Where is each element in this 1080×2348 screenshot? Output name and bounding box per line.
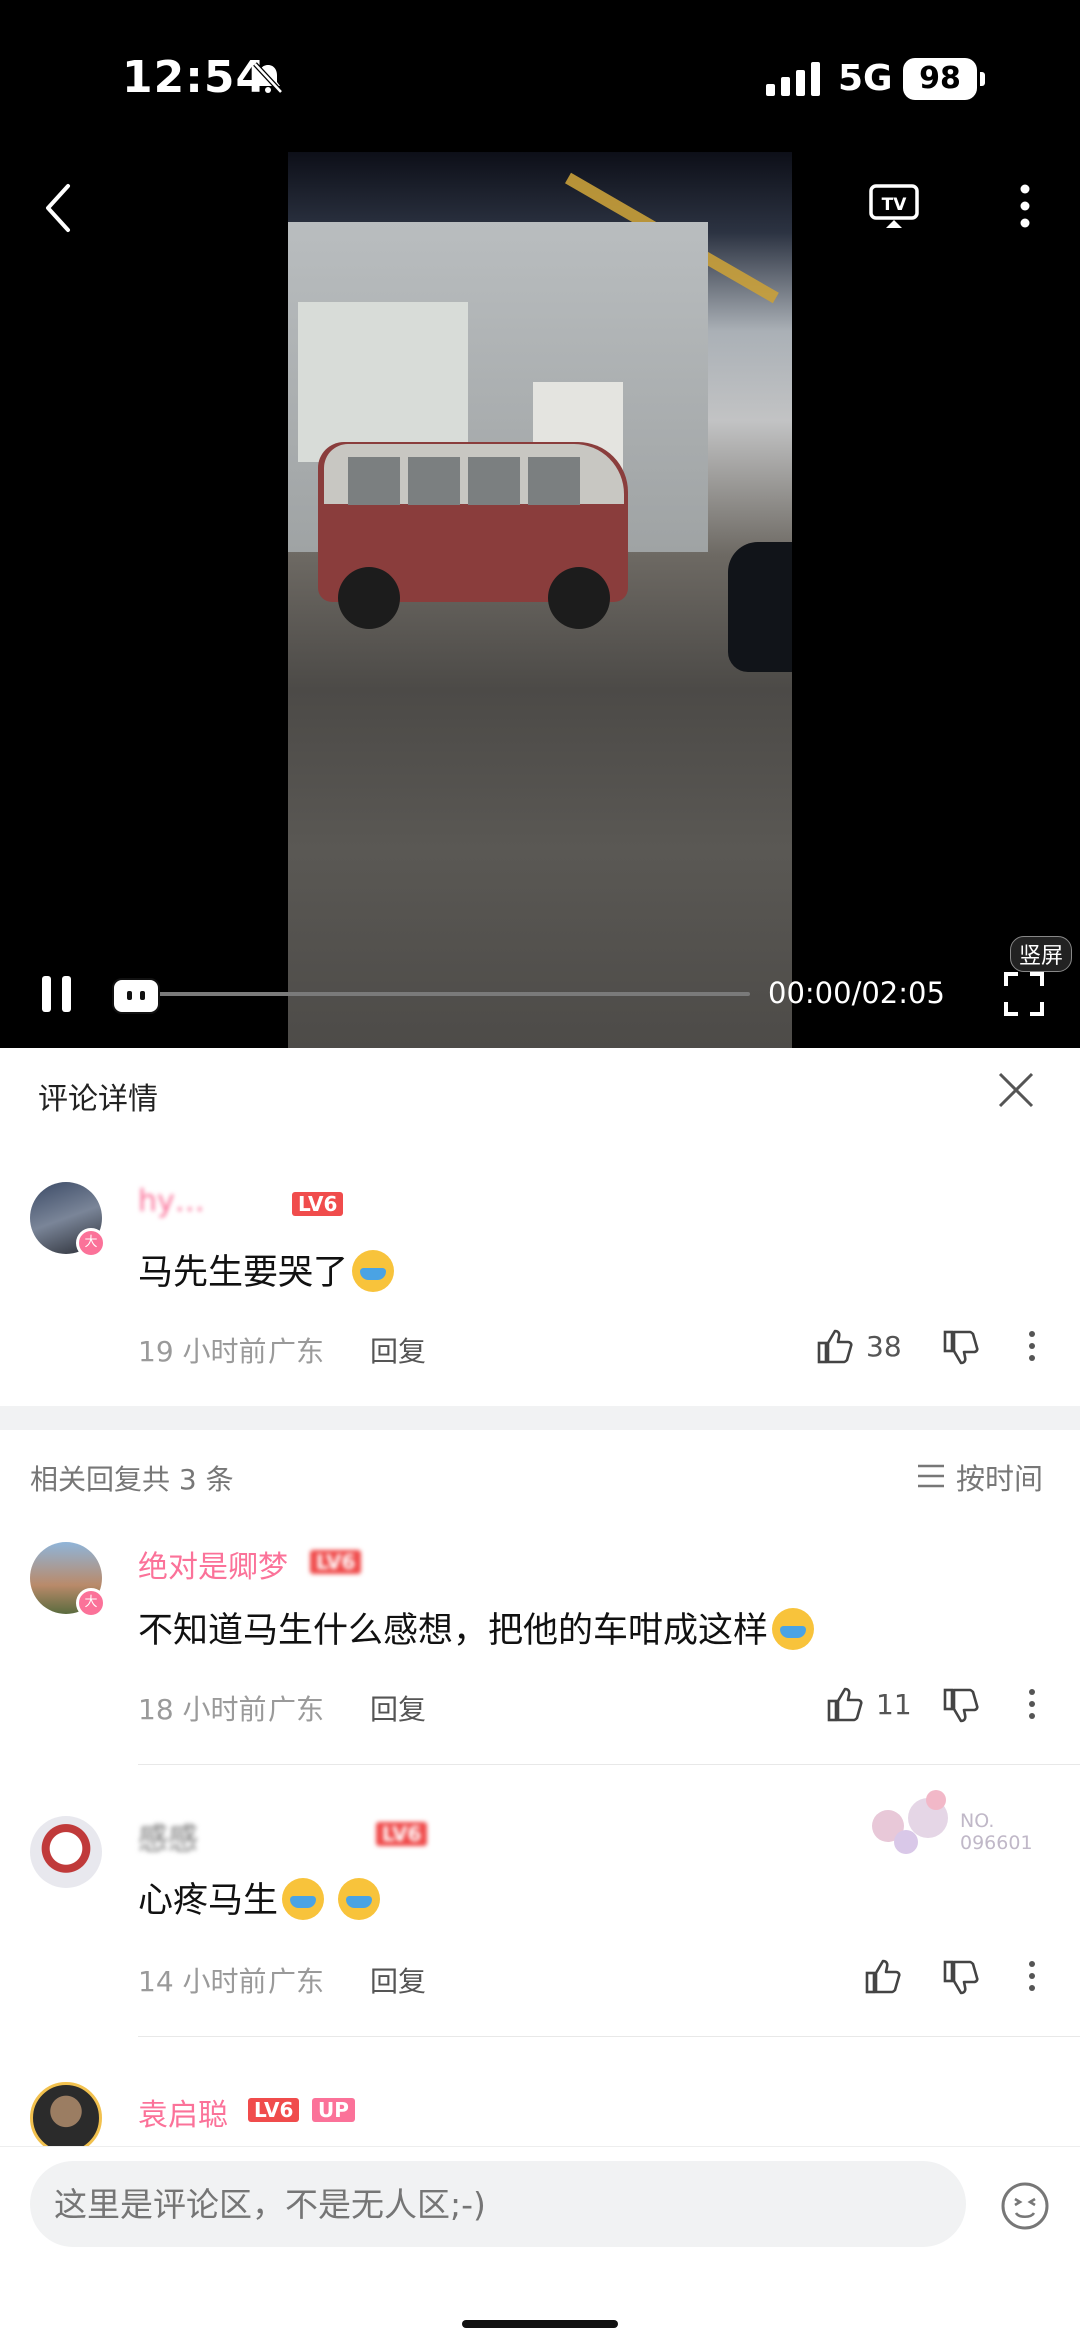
crying-emoji-icon — [282, 1878, 325, 1920]
comment-time: 14 小时前 — [138, 1965, 267, 1998]
username[interactable]: hy… — [138, 1184, 205, 1219]
related-replies-count: 相关回复共 3 条 — [30, 1463, 234, 1496]
section-divider — [0, 1406, 1080, 1430]
thumbs-down-icon[interactable] — [942, 1328, 982, 1368]
sort-list-icon[interactable] — [916, 1462, 946, 1490]
thumbs-up-icon[interactable] — [816, 1326, 856, 1366]
avatar[interactable] — [30, 2082, 102, 2154]
sheet-title: 评论详情 — [38, 1082, 158, 1117]
divider — [138, 2036, 1080, 2037]
level-badge: LV6 — [310, 1550, 362, 1574]
comment-text: 不知道马生什么感想，把他的车咁成这样 — [138, 1602, 815, 1653]
level-badge: LV6 — [376, 1822, 428, 1846]
more-vertical-icon[interactable] — [1012, 1684, 1052, 1724]
signal-icon — [766, 62, 820, 96]
divider — [138, 1764, 1080, 1765]
thumbs-up-icon[interactable] — [826, 1684, 866, 1724]
video-player[interactable]: 12:54 5G 98 听 TV — [0, 0, 1080, 1048]
comment-text: 马先生要哭了 — [138, 1244, 395, 1295]
like-count: 11 — [876, 1688, 912, 1721]
comment-time: 19 小时前 — [138, 1335, 267, 1368]
status-bar: 12:54 5G 98 — [0, 0, 1080, 150]
tv-cast-icon[interactable]: TV — [866, 178, 922, 234]
username[interactable]: 袁启聪 — [138, 2090, 228, 2134]
thumbs-down-icon[interactable] — [942, 1958, 982, 1998]
network-type: 5G — [838, 58, 893, 99]
progress-track[interactable] — [120, 992, 750, 996]
reply-button[interactable]: 回复 — [370, 1330, 426, 1370]
up-badge: UP — [312, 2098, 355, 2122]
battery-indicator: 98 — [903, 58, 985, 100]
level-badge: LV6 — [292, 1192, 344, 1216]
username[interactable]: 感感 — [138, 1814, 198, 1858]
avatar[interactable] — [30, 1816, 102, 1888]
video-time: 00:00/02:05 — [768, 976, 945, 1010]
back-arrow-icon[interactable] — [40, 180, 76, 236]
vertical-mode-badge[interactable]: 竖屏 — [1010, 936, 1073, 972]
avatar-badge: 大 — [76, 1228, 106, 1258]
comment-input[interactable] — [30, 2161, 966, 2247]
progress-thumb[interactable] — [112, 978, 160, 1014]
thumbs-down-icon[interactable] — [942, 1686, 982, 1726]
close-icon[interactable] — [996, 1070, 1036, 1110]
comment-location: 广东 — [268, 1335, 325, 1368]
more-vertical-icon[interactable] — [1012, 1326, 1052, 1366]
comment-input-bar — [0, 2146, 1080, 2348]
reply-button[interactable]: 回复 — [370, 1688, 426, 1728]
like-count: 38 — [866, 1330, 902, 1363]
status-time: 12:54 — [122, 52, 268, 103]
level-badge: LV6 — [248, 2098, 300, 2122]
crying-emoji-icon — [772, 1608, 815, 1650]
bell-muted-icon — [253, 62, 283, 94]
home-indicator — [462, 2320, 618, 2328]
comment-time: 18 小时前 — [138, 1693, 267, 1726]
comment-sheet-header: 评论详情 — [0, 1048, 1080, 1138]
more-vertical-icon[interactable] — [1012, 1956, 1052, 1996]
fullscreen-icon[interactable] — [1004, 972, 1044, 1016]
more-vertical-icon[interactable] — [1000, 178, 1050, 234]
comment-location: 广东 — [268, 1965, 325, 1998]
sort-by-time[interactable]: 按时间 — [956, 1456, 1043, 1498]
pause-icon[interactable] — [40, 974, 74, 1014]
thumbs-up-icon[interactable] — [864, 1956, 904, 1996]
crying-emoji-icon — [352, 1250, 395, 1292]
video-controls: 00:00/02:05 竖屏 — [0, 936, 1080, 1048]
crying-emoji-icon — [338, 1878, 381, 1920]
video-frame[interactable] — [288, 152, 792, 1048]
svg-text:TV: TV — [882, 195, 908, 215]
comment-location: 广东 — [268, 1693, 325, 1726]
comment-text: 心疼马生 — [138, 1872, 381, 1923]
decoration-number: NO. 096601 — [960, 1810, 1033, 1854]
emoji-icon[interactable] — [1000, 2181, 1050, 2231]
reply-button[interactable]: 回复 — [370, 1960, 426, 2000]
username[interactable]: 绝对是卿梦 — [138, 1542, 288, 1586]
avatar-badge: 大 — [76, 1588, 106, 1618]
